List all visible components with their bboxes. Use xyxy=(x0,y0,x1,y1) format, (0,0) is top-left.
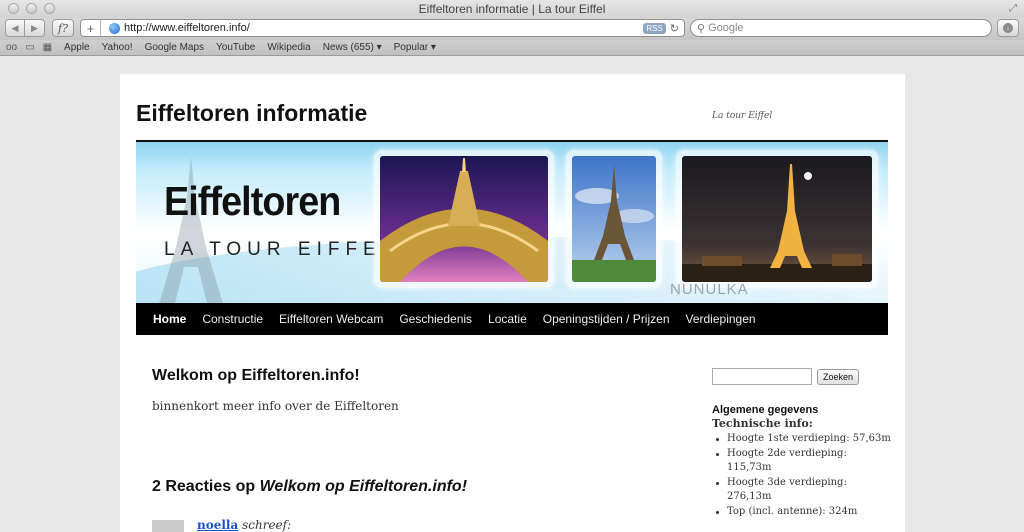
tower-night-photo xyxy=(380,156,548,282)
bookmark-item[interactable]: YouTube xyxy=(216,42,255,53)
site-description: La tour Eiffel xyxy=(712,111,773,121)
comments-post-title: Welkom op Eiffeltoren.info! xyxy=(259,478,468,495)
window-titlebar: Eiffeltoren informatie | La tour Eiffel … xyxy=(0,0,1024,18)
downloads-button[interactable]: ↓ xyxy=(997,19,1019,37)
list-item: Hoogte 2de verdieping: 115,73m xyxy=(712,447,892,476)
comments-heading: 2 Reacties op Welkom op Eiffeltoren.info… xyxy=(152,478,467,496)
bookmark-item[interactable]: Yahoo! xyxy=(102,42,133,53)
tech-info-list: Hoogte 1ste verdieping: 57,63m Hoogte 2d… xyxy=(712,432,892,519)
bookmarks-bar: oo ▭ ▦ Apple Yahoo! Google Maps YouTube … xyxy=(0,40,1024,56)
add-bookmark-icon[interactable]: + xyxy=(81,20,101,36)
bookmarks-book-icon[interactable]: ▭ xyxy=(25,42,34,53)
nav-item-constructie[interactable]: Constructie xyxy=(202,312,263,326)
nav-item-verdiepingen[interactable]: Verdiepingen xyxy=(686,312,756,326)
comment-author-line: noella schreef: xyxy=(197,518,291,532)
bookmark-tools: oo ▭ ▦ xyxy=(6,42,52,53)
rss-badge[interactable]: RSS xyxy=(643,22,666,34)
banner-photo-night-skyline xyxy=(676,150,878,288)
main-navigation: Home Constructie Eiffeltoren Webcam Gesc… xyxy=(136,303,888,335)
page-content: Eiffeltoren informatie La tour Eiffel Ei… xyxy=(120,74,905,532)
bookmark-item[interactable]: Wikipedia xyxy=(267,42,310,53)
comment-author-link[interactable]: noella xyxy=(197,518,238,532)
search-input[interactable] xyxy=(712,368,812,385)
download-arrow-icon: ↓ xyxy=(1003,23,1013,33)
bookmark-item[interactable]: News (655) ▾ xyxy=(323,42,382,53)
top-sites-grid-icon[interactable]: ▦ xyxy=(43,42,52,53)
nav-item-locatie[interactable]: Locatie xyxy=(488,312,527,326)
comments-count-label: 2 Reacties op xyxy=(152,478,260,495)
sidebar-search: Zoeken xyxy=(712,368,892,385)
bookmark-item[interactable]: Apple xyxy=(64,42,90,53)
nav-item-openingstijden[interactable]: Openingstijden / Prijzen xyxy=(543,312,670,326)
reload-icon[interactable]: ↻ xyxy=(670,22,679,35)
site-globe-icon xyxy=(109,22,120,34)
address-bar[interactable]: + http://www.eiffeltoren.info/ RSS ↻ xyxy=(80,19,685,37)
bookmark-item[interactable]: Popular ▾ xyxy=(394,42,436,53)
header-banner: Eiffeltoren LA TOUR EIFFEL NUNULKA xyxy=(136,142,888,303)
banner-brand: Eiffeltoren xyxy=(164,178,341,224)
banner-photo-day-tower xyxy=(566,150,662,288)
nav-item-webcam[interactable]: Eiffeltoren Webcam xyxy=(279,312,383,326)
fullscreen-icon[interactable]: ⤢ xyxy=(1009,3,1017,14)
url-input[interactable]: http://www.eiffeltoren.info/ xyxy=(124,22,643,34)
reading-list-icon[interactable]: oo xyxy=(6,42,17,53)
banner-subtitle: LA TOUR EIFFEL xyxy=(164,239,399,260)
browser-toolbar: ◀ ▶ f? + http://www.eiffeltoren.info/ RS… xyxy=(0,18,1024,40)
nav-item-geschiedenis[interactable]: Geschiedenis xyxy=(399,312,472,326)
tower-skyline-photo xyxy=(682,156,872,282)
banner-watermark: NUNULKA xyxy=(670,281,749,298)
web-search-placeholder[interactable]: Google xyxy=(708,22,743,34)
widget-title: Algemene gegevens xyxy=(712,404,819,416)
list-item: Top (incl. antenne): 324m xyxy=(712,505,892,520)
nav-item-home[interactable]: Home xyxy=(153,312,186,326)
comment-says-label: schreef: xyxy=(242,518,292,532)
list-item: Hoogte 3de verdieping: 276,13m xyxy=(712,476,892,505)
post-title[interactable]: Welkom op Eiffeltoren.info! xyxy=(152,367,360,385)
back-button[interactable]: ◀ xyxy=(5,19,25,37)
search-icon: ⚲ xyxy=(697,22,706,35)
avatar xyxy=(152,520,184,532)
post-body: binnenkort meer info over de Eiffeltoren xyxy=(152,399,399,413)
tower-day-photo xyxy=(572,156,656,282)
list-item: Hoogte 1ste verdieping: 57,63m xyxy=(712,432,892,447)
window-title: Eiffeltoren informatie | La tour Eiffel xyxy=(418,2,606,16)
widget-subtitle: Technische info: xyxy=(712,417,813,430)
search-button[interactable]: Zoeken xyxy=(817,368,860,385)
forward-button[interactable]: ▶ xyxy=(25,19,45,37)
bookmark-item[interactable]: Google Maps xyxy=(145,42,204,53)
history-buttons: ◀ ▶ xyxy=(5,19,45,37)
web-search-field[interactable]: ⚲ Google xyxy=(690,19,992,37)
banner-photo-night-under-tower xyxy=(374,150,554,288)
sidebar: Zoeken Algemene gegevens Technische info… xyxy=(712,368,892,519)
function-button[interactable]: f? xyxy=(52,19,74,37)
site-title[interactable]: Eiffeltoren informatie xyxy=(136,100,367,127)
